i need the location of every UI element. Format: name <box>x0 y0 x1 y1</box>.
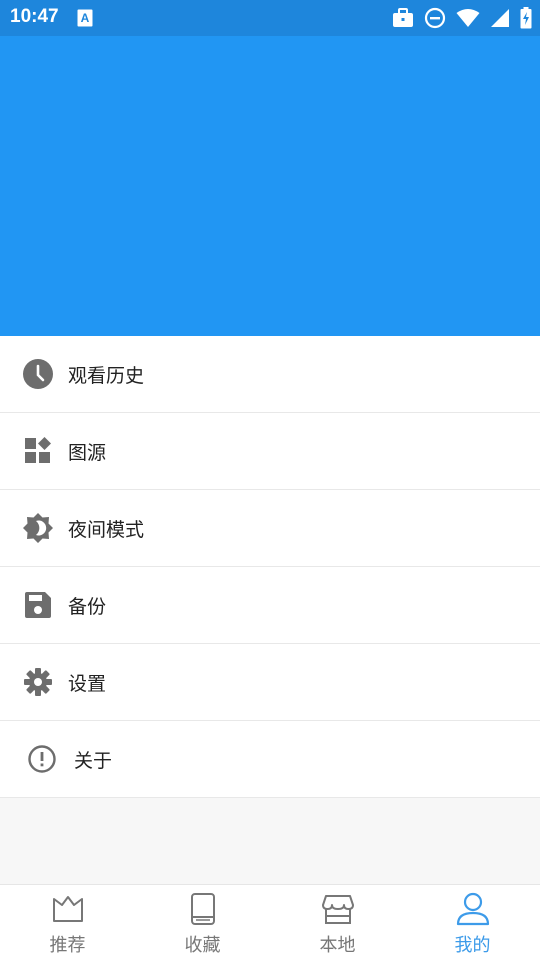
do-not-disturb-icon <box>424 7 446 33</box>
menu-label-sources: 图源 <box>68 441 107 464</box>
nav-label-local: 本地 <box>319 935 356 956</box>
menu-item-history[interactable]: 观看历史 <box>0 336 540 413</box>
menu-list: 观看历史 图源 夜间模式 备份 设置 关于 <box>0 336 540 798</box>
settings-gear-icon <box>22 666 54 698</box>
nav-tab-recommend[interactable]: 推荐 <box>0 885 135 960</box>
wifi-icon <box>456 8 480 32</box>
nav-tab-mine[interactable]: 我的 <box>405 885 540 960</box>
nav-label-mine: 我的 <box>454 935 491 956</box>
menu-label-about: 关于 <box>74 749 113 772</box>
menu-item-night-mode[interactable]: 夜间模式 <box>0 490 540 567</box>
briefcase-icon <box>392 8 414 32</box>
nav-label-favorites: 收藏 <box>184 935 221 956</box>
menu-item-backup[interactable]: 备份 <box>0 567 540 644</box>
status-time: 10:47 <box>10 6 59 27</box>
widgets-icon <box>22 435 54 467</box>
menu-label-backup: 备份 <box>68 595 107 618</box>
info-alert-icon <box>26 743 58 775</box>
menu-label-settings: 设置 <box>68 672 107 695</box>
nav-tab-favorites[interactable]: 收藏 <box>135 885 270 960</box>
crown-icon <box>50 891 86 927</box>
svg-text:A: A <box>81 11 90 25</box>
night-mode-icon <box>22 512 54 544</box>
menu-item-sources[interactable]: 图源 <box>0 413 540 490</box>
save-floppy-icon <box>22 589 54 621</box>
status-icons <box>392 7 532 33</box>
menu-label-history: 观看历史 <box>68 364 145 387</box>
status-bar: 10:47 A <box>0 0 540 36</box>
menu-label-night-mode: 夜间模式 <box>68 518 145 541</box>
history-clock-icon <box>22 358 54 390</box>
profile-header-banner <box>0 36 540 336</box>
cellular-signal-icon <box>490 8 510 32</box>
menu-item-settings[interactable]: 设置 <box>0 644 540 721</box>
store-icon <box>320 891 356 927</box>
bottom-navigation: 推荐 收藏 本地 我的 <box>0 884 540 960</box>
menu-item-about[interactable]: 关于 <box>0 721 540 798</box>
person-icon <box>455 891 491 927</box>
book-icon <box>185 891 221 927</box>
battery-charging-icon <box>520 7 532 33</box>
nav-label-recommend: 推荐 <box>49 935 86 956</box>
keyboard-a-icon: A <box>77 9 93 31</box>
nav-tab-local[interactable]: 本地 <box>270 885 405 960</box>
